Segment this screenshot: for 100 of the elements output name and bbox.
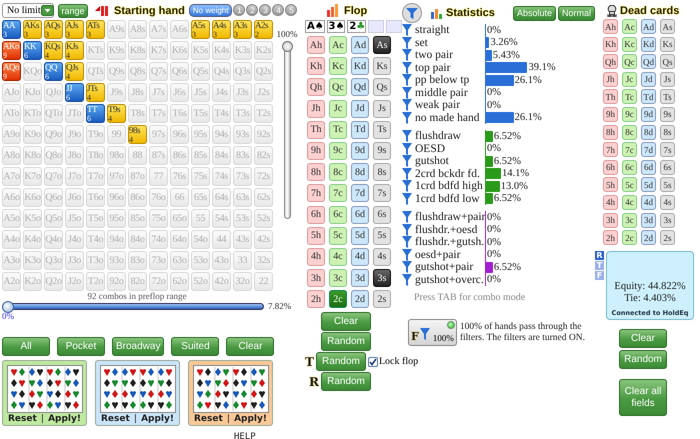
- hand-cell[interactable]: AKo 9: [2, 41, 21, 60]
- hand-cell[interactable]: 43s: [233, 230, 252, 249]
- card-button[interactable]: 4h: [603, 194, 618, 210]
- street-tab[interactable]: R: [595, 251, 604, 260]
- hand-cell[interactable]: K6o: [23, 188, 42, 207]
- apply-link[interactable]: Apply!: [234, 414, 267, 424]
- hand-cell[interactable]: A5s 3: [191, 20, 210, 39]
- hand-cell[interactable]: 32o: [233, 272, 252, 291]
- hand-cell[interactable]: 22: [254, 272, 273, 291]
- hand-cell[interactable]: 74s: [212, 167, 231, 186]
- card-button[interactable]: 9c: [329, 142, 347, 160]
- hand-cell[interactable]: AA 3: [2, 20, 21, 39]
- hand-cell[interactable]: 87o: [128, 167, 147, 186]
- hand-cell[interactable]: A6o: [2, 188, 21, 207]
- card-button[interactable]: 9c: [622, 106, 637, 122]
- hand-cell[interactable]: Q9o: [44, 125, 63, 144]
- hand-cell[interactable]: K7o: [23, 167, 42, 186]
- hand-cell[interactable]: J9o: [65, 125, 84, 144]
- card-button[interactable]: Ac: [329, 36, 347, 54]
- hand-cell[interactable]: 92s: [254, 125, 273, 144]
- mode-button[interactable]: Absolute: [512, 6, 556, 20]
- card-button[interactable]: Jh: [603, 72, 618, 87]
- card-button[interactable]: Jh: [307, 100, 325, 118]
- card-button[interactable]: 9s: [660, 106, 675, 122]
- hand-cell[interactable]: 75o: [149, 209, 168, 228]
- reset-link[interactable]: Reset: [101, 414, 130, 424]
- hand-cell[interactable]: A3s 3: [233, 20, 252, 39]
- card-button[interactable]: Td: [641, 89, 656, 104]
- hand-cell[interactable]: Q5o: [44, 209, 63, 228]
- hand-cell[interactable]: J2s: [254, 83, 273, 102]
- hand-cell[interactable]: T2o: [86, 272, 105, 291]
- hand-cell[interactable]: Q8o: [44, 146, 63, 165]
- card-button[interactable]: 3c: [622, 212, 637, 228]
- hand-cell[interactable]: A8s: [128, 20, 147, 39]
- card-button[interactable]: 2s: [373, 290, 391, 308]
- hand-cell[interactable]: 73s: [233, 167, 252, 186]
- hand-cell[interactable]: 82o: [128, 272, 147, 291]
- hand-cell[interactable]: AKs 3: [23, 20, 42, 39]
- card-button[interactable]: 6d: [641, 160, 656, 175]
- card-button[interactable]: 3s: [660, 212, 675, 228]
- card-button[interactable]: As: [373, 36, 391, 54]
- hand-cell[interactable]: QTs: [86, 62, 105, 81]
- hand-cell[interactable]: 63o: [170, 251, 189, 270]
- street-tab[interactable]: F: [595, 271, 604, 280]
- card-button[interactable]: 6c: [329, 206, 347, 224]
- hand-cell[interactable]: QJs 4: [65, 62, 84, 81]
- card-button[interactable]: 6s: [373, 206, 391, 224]
- card-button[interactable]: 2d: [351, 290, 369, 308]
- card-button[interactable]: 8h: [307, 163, 325, 182]
- card-button[interactable]: 4c: [622, 194, 637, 210]
- hand-cell[interactable]: T2s: [254, 104, 273, 123]
- hand-cell[interactable]: 95o: [107, 209, 126, 228]
- hand-cell[interactable]: 53s: [233, 209, 252, 228]
- card-button[interactable]: 7c: [329, 184, 347, 202]
- card-button[interactable]: Ad: [641, 19, 656, 34]
- hand-cell[interactable]: T9o: [86, 125, 105, 144]
- card-button[interactable]: Qc: [329, 78, 347, 96]
- hand-cell[interactable]: KQo: [23, 62, 42, 81]
- card-button[interactable]: 9h: [307, 142, 325, 160]
- hand-cell[interactable]: K2s: [254, 41, 273, 60]
- card-button[interactable]: 2d: [641, 230, 656, 246]
- card-button[interactable]: 4h: [307, 248, 325, 266]
- hand-cell[interactable]: 92o: [107, 272, 126, 291]
- card-button[interactable]: 3d: [351, 269, 369, 288]
- hand-cell[interactable]: 52o: [191, 272, 210, 291]
- hand-cell[interactable]: K8s: [128, 41, 147, 60]
- hand-cell[interactable]: T4o: [86, 230, 105, 249]
- hand-cell[interactable]: A7s: [149, 20, 168, 39]
- hand-cell[interactable]: A9o: [2, 125, 21, 144]
- hand-cell[interactable]: 86o: [128, 188, 147, 207]
- hand-cell[interactable]: 32s: [254, 251, 273, 270]
- hand-cell[interactable]: JJ 6: [65, 83, 84, 102]
- hand-cell[interactable]: A2s 2: [254, 20, 273, 39]
- hand-cell[interactable]: T3o: [86, 251, 105, 270]
- hand-cell[interactable]: J7s: [149, 83, 168, 102]
- card-button[interactable]: Td: [351, 120, 369, 139]
- hand-cell[interactable]: 83o: [128, 251, 147, 270]
- card-button[interactable]: 6d: [351, 206, 369, 224]
- hand-cell[interactable]: 54s: [212, 209, 231, 228]
- hand-cell[interactable]: K9o: [23, 125, 42, 144]
- hand-cell[interactable]: 85o: [128, 209, 147, 228]
- hand-cell[interactable]: 63s: [233, 188, 252, 207]
- card-button[interactable]: 4s: [373, 248, 391, 266]
- hand-cell[interactable]: 65o: [170, 209, 189, 228]
- filter-button[interactable]: Pocket: [57, 337, 105, 356]
- weight-button[interactable]: No weight: [188, 4, 232, 17]
- card-button[interactable]: 7s: [373, 184, 391, 202]
- hand-cell[interactable]: K5s: [191, 41, 210, 60]
- street-tab[interactable]: T: [595, 261, 604, 270]
- hand-cell[interactable]: QTo: [44, 104, 63, 123]
- hand-cell[interactable]: QJo: [44, 83, 63, 102]
- card-button[interactable]: 3h: [603, 212, 618, 228]
- hand-cell[interactable]: J5o: [65, 209, 84, 228]
- hand-cell[interactable]: 93o: [107, 251, 126, 270]
- hand-cell[interactable]: 83s: [233, 146, 252, 165]
- hand-cell[interactable]: 54o: [191, 230, 210, 249]
- action-button[interactable]: Random: [619, 350, 667, 370]
- hand-cell[interactable]: 64s: [212, 188, 231, 207]
- hand-cell[interactable]: Q5s: [191, 62, 210, 81]
- hand-cell[interactable]: 66: [170, 188, 189, 207]
